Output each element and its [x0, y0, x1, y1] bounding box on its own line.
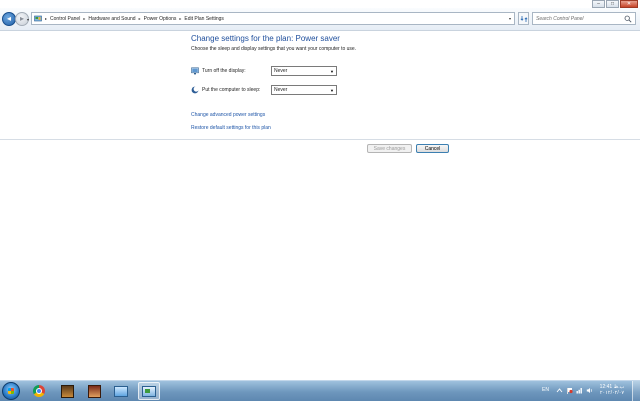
breadcrumb-edit-plan-settings[interactable]: Edit Plan Settings	[184, 16, 223, 22]
sleep-label: Put the computer to sleep:	[202, 87, 261, 93]
save-changes-button[interactable]: Save changes	[367, 144, 412, 153]
taskbar-app-game-2[interactable]	[83, 382, 105, 400]
minimize-button[interactable]: –	[592, 0, 605, 8]
advanced-power-settings-link[interactable]: Change advanced power settings	[191, 112, 265, 118]
restore-defaults-link[interactable]: Restore default settings for this plan	[191, 125, 271, 131]
control-panel-icon	[34, 15, 42, 21]
show-desktop-button[interactable]	[632, 381, 640, 401]
breadcrumb-control-panel[interactable]: Control Panel	[50, 16, 80, 22]
chevron-down-icon: ▼	[330, 88, 334, 93]
flag-icon[interactable]	[566, 387, 573, 394]
divider	[0, 139, 640, 140]
back-button[interactable]: ◂	[2, 12, 16, 26]
taskbar-app-control-panel[interactable]	[138, 382, 160, 400]
breadcrumb-power-options[interactable]: Power Options	[144, 16, 177, 22]
page-subtitle: Choose the sleep and display settings th…	[191, 46, 357, 52]
cancel-button[interactable]: Cancel	[416, 144, 449, 153]
address-field[interactable]: ▸ Control Panel ▸ Hardware and Sound ▸ P…	[31, 12, 515, 25]
recent-pages-dropdown[interactable]: ▾	[27, 17, 29, 22]
game-icon	[87, 384, 101, 398]
chrome-icon	[33, 385, 45, 397]
game-icon	[60, 384, 74, 398]
page-title: Change settings for the plan: Power save…	[191, 34, 340, 43]
monitor-icon	[191, 67, 199, 75]
address-bar: ◂ ▸ ▾ ▸ Control Panel ▸ Hardware and Sou…	[0, 8, 640, 31]
search-icon[interactable]	[624, 15, 632, 23]
taskbar-app-chrome[interactable]	[28, 382, 50, 400]
refresh-icon	[520, 15, 527, 22]
setting-row-display: Turn off the display: Never ▼	[191, 66, 337, 76]
display-timeout-dropdown[interactable]: Never ▼	[271, 66, 337, 76]
taskbar-app-game-1[interactable]	[56, 382, 78, 400]
setting-row-sleep: Put the computer to sleep: Never ▼	[191, 85, 337, 95]
breadcrumb-separator[interactable]: ▸	[83, 16, 85, 21]
clock-date: ۲۰۱۲/۰۲/۰۷	[599, 390, 625, 396]
moon-icon	[191, 86, 199, 94]
display-label: Turn off the display:	[202, 68, 246, 74]
remote-desktop-icon	[114, 385, 128, 397]
sleep-timeout-dropdown[interactable]: Never ▼	[271, 85, 337, 95]
breadcrumb-hardware-and-sound[interactable]: Hardware and Sound	[88, 16, 135, 22]
window-controls: – □ ✕	[591, 0, 638, 8]
search-input[interactable]	[536, 15, 624, 22]
close-button[interactable]: ✕	[620, 0, 638, 8]
volume-icon[interactable]	[586, 387, 593, 394]
taskbar: EN 12:41 ب.ظ ۲۰۱۲/۰۲/۰۷	[0, 380, 640, 401]
language-indicator[interactable]: EN	[542, 387, 549, 393]
tray-arrow-icon[interactable]	[556, 387, 563, 394]
display-timeout-value: Never	[274, 68, 288, 74]
taskbar-app-remote[interactable]	[110, 382, 132, 400]
chevron-down-icon: ▼	[330, 69, 334, 74]
clock[interactable]: 12:41 ب.ظ ۲۰۱۲/۰۲/۰۷	[598, 384, 626, 396]
start-button[interactable]	[2, 382, 20, 400]
address-dropdown[interactable]: ▾	[509, 16, 511, 21]
network-icon[interactable]	[576, 387, 583, 394]
breadcrumb-separator[interactable]: ▸	[179, 16, 181, 21]
refresh-button[interactable]	[518, 12, 529, 25]
control-panel-icon	[142, 385, 156, 397]
breadcrumb-separator[interactable]: ▸	[139, 16, 141, 21]
maximize-button[interactable]: □	[606, 0, 619, 8]
breadcrumb-separator: ▸	[45, 16, 48, 21]
sleep-timeout-value: Never	[274, 87, 288, 93]
search-box[interactable]	[532, 12, 636, 25]
